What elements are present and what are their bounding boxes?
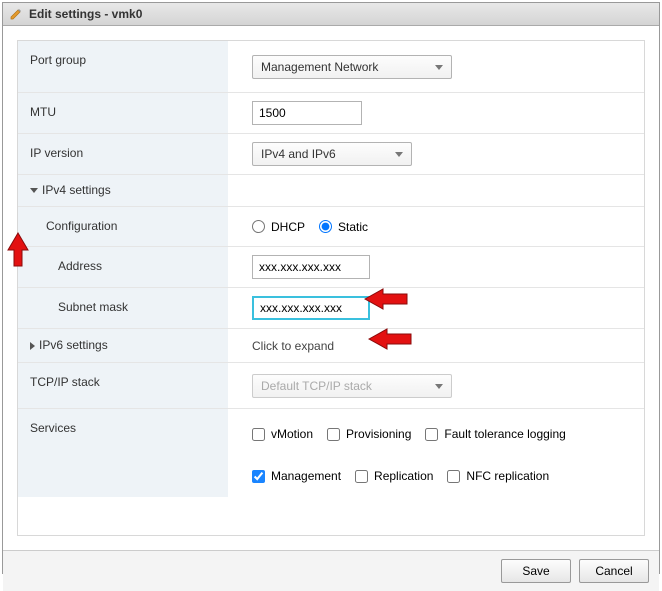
label-tcpip: TCP/IP stack	[18, 363, 228, 408]
ipv6-expand-hint: Click to expand	[252, 339, 334, 353]
chevron-right-icon	[30, 342, 35, 350]
checkbox-management[interactable]: Management	[252, 469, 341, 483]
row-port-group: Port group Management Network	[18, 41, 644, 93]
label-mtu: MTU	[18, 93, 228, 133]
row-tcpip: TCP/IP stack Default TCP/IP stack	[18, 363, 644, 409]
pencil-icon	[9, 7, 23, 21]
edit-settings-dialog: Edit settings - vmk0 Port group Manageme…	[2, 2, 660, 574]
settings-panel: Port group Management Network MTU IP ver…	[17, 40, 645, 536]
label-ipv4-settings: IPv4 settings	[42, 183, 111, 197]
ip-version-select[interactable]: IPv4 and IPv6	[252, 142, 412, 166]
label-address: Address	[18, 247, 228, 287]
label-ip-version: IP version	[18, 134, 228, 174]
checkbox-vmotion[interactable]: vMotion	[252, 427, 313, 441]
checkbox-nfc-replication[interactable]: NFC replication	[447, 469, 549, 483]
dialog-body: Port group Management Network MTU IP ver…	[3, 26, 659, 550]
radio-static[interactable]: Static	[319, 220, 368, 234]
row-address: Address	[18, 247, 644, 288]
save-button[interactable]: Save	[501, 559, 571, 583]
row-ipv4-header[interactable]: IPv4 settings	[18, 175, 644, 207]
label-port-group: Port group	[18, 41, 228, 92]
subnet-mask-input[interactable]	[252, 296, 370, 320]
checkbox-ft-logging[interactable]: Fault tolerance logging	[425, 427, 565, 441]
tcpip-select: Default TCP/IP stack	[252, 374, 452, 398]
address-input[interactable]	[252, 255, 370, 279]
label-services: Services	[18, 409, 228, 497]
dialog-titlebar: Edit settings - vmk0	[3, 3, 659, 26]
mtu-input[interactable]	[252, 101, 362, 125]
checkbox-provisioning[interactable]: Provisioning	[327, 427, 411, 441]
row-mtu: MTU	[18, 93, 644, 134]
row-ipv6-header[interactable]: IPv6 settings Click to expand	[18, 329, 644, 363]
checkbox-replication[interactable]: Replication	[355, 469, 433, 483]
dialog-footer: Save Cancel	[3, 550, 659, 591]
label-configuration: Configuration	[18, 207, 228, 246]
label-ipv6-settings: IPv6 settings	[39, 338, 108, 352]
port-group-select[interactable]: Management Network	[252, 55, 452, 79]
label-subnet-mask: Subnet mask	[18, 288, 228, 328]
row-configuration: Configuration DHCP Static	[18, 207, 644, 247]
row-ip-version: IP version IPv4 and IPv6	[18, 134, 644, 175]
cancel-button[interactable]: Cancel	[579, 559, 649, 583]
row-services: Services vMotion Provisioning Fault tole…	[18, 409, 644, 497]
chevron-down-icon	[30, 188, 38, 193]
dialog-title: Edit settings - vmk0	[29, 7, 142, 21]
row-subnet-mask: Subnet mask	[18, 288, 644, 329]
radio-dhcp[interactable]: DHCP	[252, 220, 305, 234]
